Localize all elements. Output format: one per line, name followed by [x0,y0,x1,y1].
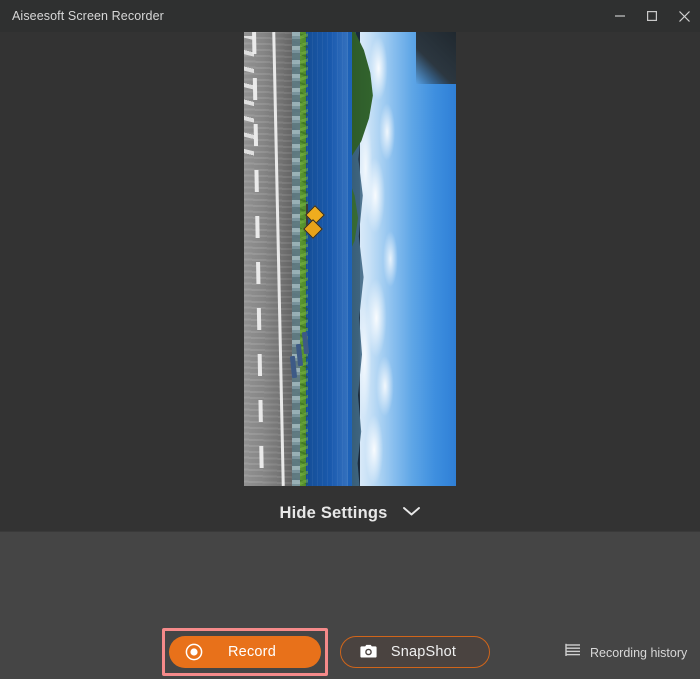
settings-panel: Resolution: Device Recording Content: Sc… [0,531,700,679]
window-title: Aiseesoft Screen Recorder [12,9,164,23]
photo-guardrail [291,32,300,486]
maximize-button[interactable] [636,0,668,32]
chevron-down-icon [402,504,421,522]
hide-settings-toggle[interactable]: Hide Settings [0,496,700,530]
snapshot-button-label: SnapShot [390,644,457,660]
minimize-icon [614,10,626,22]
device-screen-preview[interactable] [244,32,456,486]
close-icon [678,10,691,23]
record-button-label: Record [228,644,276,660]
preview-area [0,32,700,496]
window-controls [604,0,700,32]
photo-road-marking [244,36,254,156]
app-window: Aiseesoft Screen Recorder Hide Settings … [0,0,700,679]
close-button[interactable] [668,0,700,32]
recording-history-button[interactable]: Recording history [565,643,687,662]
minimize-button[interactable] [604,0,636,32]
photo-lake-sheen [304,32,348,486]
action-bar: Record SnapShot Recording history [0,626,700,679]
recording-history-label: Recording history [590,645,688,660]
camera-icon [359,644,378,660]
list-icon [565,643,581,662]
title-bar: Aiseesoft Screen Recorder [0,0,700,32]
maximize-icon [646,10,658,22]
hide-settings-label: Hide Settings [279,503,388,522]
preview-photo [244,32,456,486]
record-button[interactable]: Record [169,636,321,668]
snapshot-button[interactable]: SnapShot [340,636,490,668]
photo-edge-shadow [416,32,456,84]
record-dot-icon [185,643,203,661]
